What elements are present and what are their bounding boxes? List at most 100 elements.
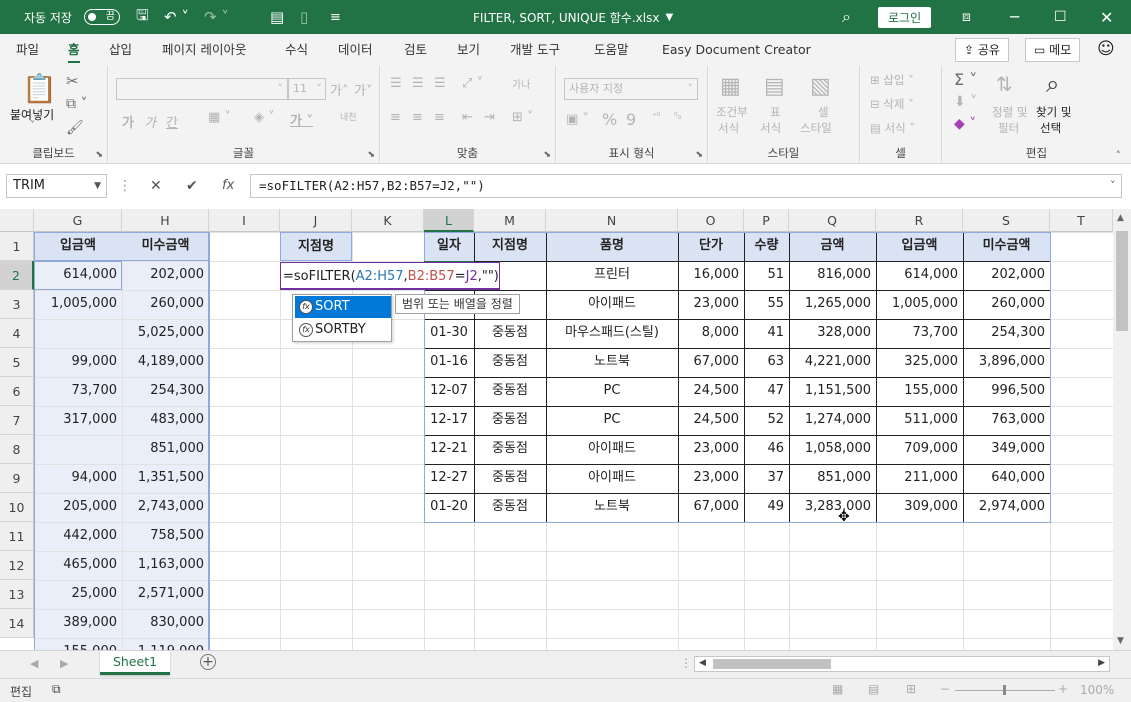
next-sheet-icon[interactable]: ▶: [60, 657, 68, 670]
ribbon-display-icon[interactable]: ⧈: [962, 0, 971, 34]
tab-data[interactable]: 데이터: [338, 34, 373, 66]
delete-cells-button[interactable]: ⊟ 삭제 ˅: [870, 96, 914, 112]
column-header-n[interactable]: N: [546, 209, 678, 232]
row-header-1[interactable]: 1: [0, 232, 34, 261]
prev-sheet-icon[interactable]: ◀: [30, 657, 38, 670]
column-header-i[interactable]: I: [209, 209, 280, 232]
align-bottom-icon[interactable]: ☰: [434, 76, 446, 91]
row-header-10[interactable]: 10: [0, 493, 34, 522]
column-header-p[interactable]: P: [744, 209, 789, 232]
column-header-q[interactable]: Q: [789, 209, 876, 232]
name-box[interactable]: TRIM ▼: [6, 174, 107, 198]
cell-editor[interactable]: =soFILTER(A2:H57,B2:B57=J2,""): [280, 262, 500, 290]
row-header-12[interactable]: 12: [0, 551, 34, 580]
autocomplete-item-sort[interactable]: fx SORT: [295, 296, 391, 318]
expand-formula-icon[interactable]: ˅: [1110, 174, 1116, 198]
tab-formulas[interactable]: 수식: [285, 34, 308, 66]
grow-font-icon[interactable]: 가˄: [330, 80, 348, 99]
row-header-8[interactable]: 8: [0, 435, 34, 464]
merge-icon[interactable]: ⊞ ˅: [512, 110, 534, 125]
bold-icon[interactable]: 가: [122, 112, 134, 131]
format-as-table-label[interactable]: 표: [770, 104, 781, 120]
maximize-button[interactable]: ☐: [1054, 0, 1067, 34]
underline-icon[interactable]: 간: [166, 112, 178, 131]
tab-easy-document-creator[interactable]: Easy Document Creator: [662, 34, 811, 66]
currency-icon[interactable]: ▣ ˅: [566, 112, 589, 127]
phonetic-icon[interactable]: 내천: [340, 110, 357, 123]
sort-filter-label[interactable]: 정렬 및: [992, 104, 1027, 120]
cut-icon[interactable]: ✂: [66, 72, 79, 90]
column-header-l[interactable]: L: [424, 209, 474, 232]
j-header-cell[interactable]: 지점명: [280, 232, 352, 261]
decrease-decimal-icon[interactable]: ⁰₀: [674, 112, 681, 122]
row-header-13[interactable]: 13: [0, 580, 34, 609]
select-all-corner[interactable]: [0, 209, 34, 232]
column-header-r[interactable]: R: [876, 209, 963, 232]
redo-icon[interactable]: ↷ ˅: [204, 0, 229, 34]
row-header-4[interactable]: 4: [0, 319, 34, 348]
column-header-g[interactable]: G: [34, 209, 122, 232]
format-as-table-icon[interactable]: ▤: [764, 74, 785, 99]
percent-icon[interactable]: %: [602, 110, 617, 129]
shrink-font-icon[interactable]: 가˅: [354, 80, 372, 99]
tab-view[interactable]: 보기: [457, 34, 480, 66]
find-select-label[interactable]: 찾기 및: [1036, 104, 1071, 120]
column-header-m[interactable]: M: [474, 209, 546, 232]
autocomplete-item-sortby[interactable]: fx SORTBY: [295, 319, 391, 341]
zoom-out-icon[interactable]: −: [940, 682, 950, 696]
format-cells-button[interactable]: ▤ 서식 ˅: [870, 120, 915, 136]
sheet-tab-sheet1[interactable]: Sheet1: [100, 651, 170, 675]
align-center-icon[interactable]: ≡: [412, 110, 423, 125]
smiley-icon[interactable]: ☺: [1097, 39, 1115, 59]
align-top-icon[interactable]: ☰: [390, 76, 402, 91]
row-header-6[interactable]: 6: [0, 377, 34, 406]
copy-icon[interactable]: ⧉ ˅: [66, 96, 87, 112]
tab-home[interactable]: 홈: [68, 34, 80, 66]
minimize-button[interactable]: ─: [1010, 0, 1019, 34]
font-color-icon[interactable]: 가 ˅: [290, 110, 313, 129]
page-layout-view-icon[interactable]: ▤: [868, 682, 879, 696]
column-header-s[interactable]: S: [963, 209, 1050, 232]
tab-insert[interactable]: 삽입: [109, 34, 132, 66]
cell-styles-icon[interactable]: ▧: [810, 74, 831, 99]
align-left-icon[interactable]: ≡: [390, 110, 401, 125]
format-as-table-label-2[interactable]: 서식: [760, 120, 781, 136]
column-header-o[interactable]: O: [678, 209, 744, 232]
column-header-k[interactable]: K: [352, 209, 424, 232]
clear-icon[interactable]: ◆ ˅: [954, 116, 976, 132]
format-painter-icon[interactable]: 🖌: [66, 120, 84, 136]
dialog-launcher-icon[interactable]: ⬊: [543, 150, 551, 160]
normal-view-icon[interactable]: ▦: [832, 682, 843, 696]
autosum-icon[interactable]: Σ ˅: [954, 70, 977, 89]
column-header-j[interactable]: J: [280, 209, 352, 232]
page-break-view-icon[interactable]: ⊞: [906, 682, 916, 696]
column-header-t[interactable]: T: [1050, 209, 1113, 232]
tab-developer[interactable]: 개발 도구: [510, 34, 560, 66]
tab-splitter-icon[interactable]: ⋮: [680, 656, 692, 670]
row-header-2[interactable]: 2: [0, 261, 34, 290]
save-icon[interactable]: 🖫: [136, 0, 149, 34]
customize-qat-icon[interactable]: ≡: [330, 0, 341, 34]
border-icon[interactable]: ▦ ˅: [208, 110, 231, 125]
dialog-launcher-icon[interactable]: ⬊: [695, 150, 703, 160]
find-select-icon[interactable]: ⌕: [1046, 70, 1059, 98]
enter-icon[interactable]: ✔: [186, 174, 198, 198]
dialog-launcher-icon[interactable]: ⬊: [95, 150, 103, 160]
wrap-text-icon[interactable]: 가나: [512, 76, 530, 91]
insert-function-icon[interactable]: fx: [222, 174, 234, 198]
paste-icon[interactable]: 📋: [22, 72, 57, 105]
sort-filter-icon[interactable]: ⇅: [996, 72, 1013, 96]
formula-input[interactable]: =soFILTER(A2:H57,B2:B57=J2,""): [250, 174, 1122, 198]
dialog-launcher-icon[interactable]: ⬊: [367, 150, 375, 160]
cell-styles-label-2[interactable]: 스타일: [800, 120, 832, 136]
row-header-9[interactable]: 9: [0, 464, 34, 493]
collapse-ribbon-icon[interactable]: ˄: [1116, 149, 1122, 162]
macro-record-icon[interactable]: ⧉: [52, 682, 61, 697]
orientation-icon[interactable]: ⤢ ˅: [462, 76, 483, 91]
italic-icon[interactable]: 가: [144, 112, 156, 131]
zoom-level[interactable]: 100%: [1080, 683, 1114, 697]
fill-color-icon[interactable]: ◈ ˅: [254, 110, 275, 125]
row-header-14[interactable]: 14: [0, 609, 34, 638]
cell-styles-label[interactable]: 셀: [818, 104, 829, 120]
share-button[interactable]: ⇪ 공유: [955, 38, 1009, 62]
